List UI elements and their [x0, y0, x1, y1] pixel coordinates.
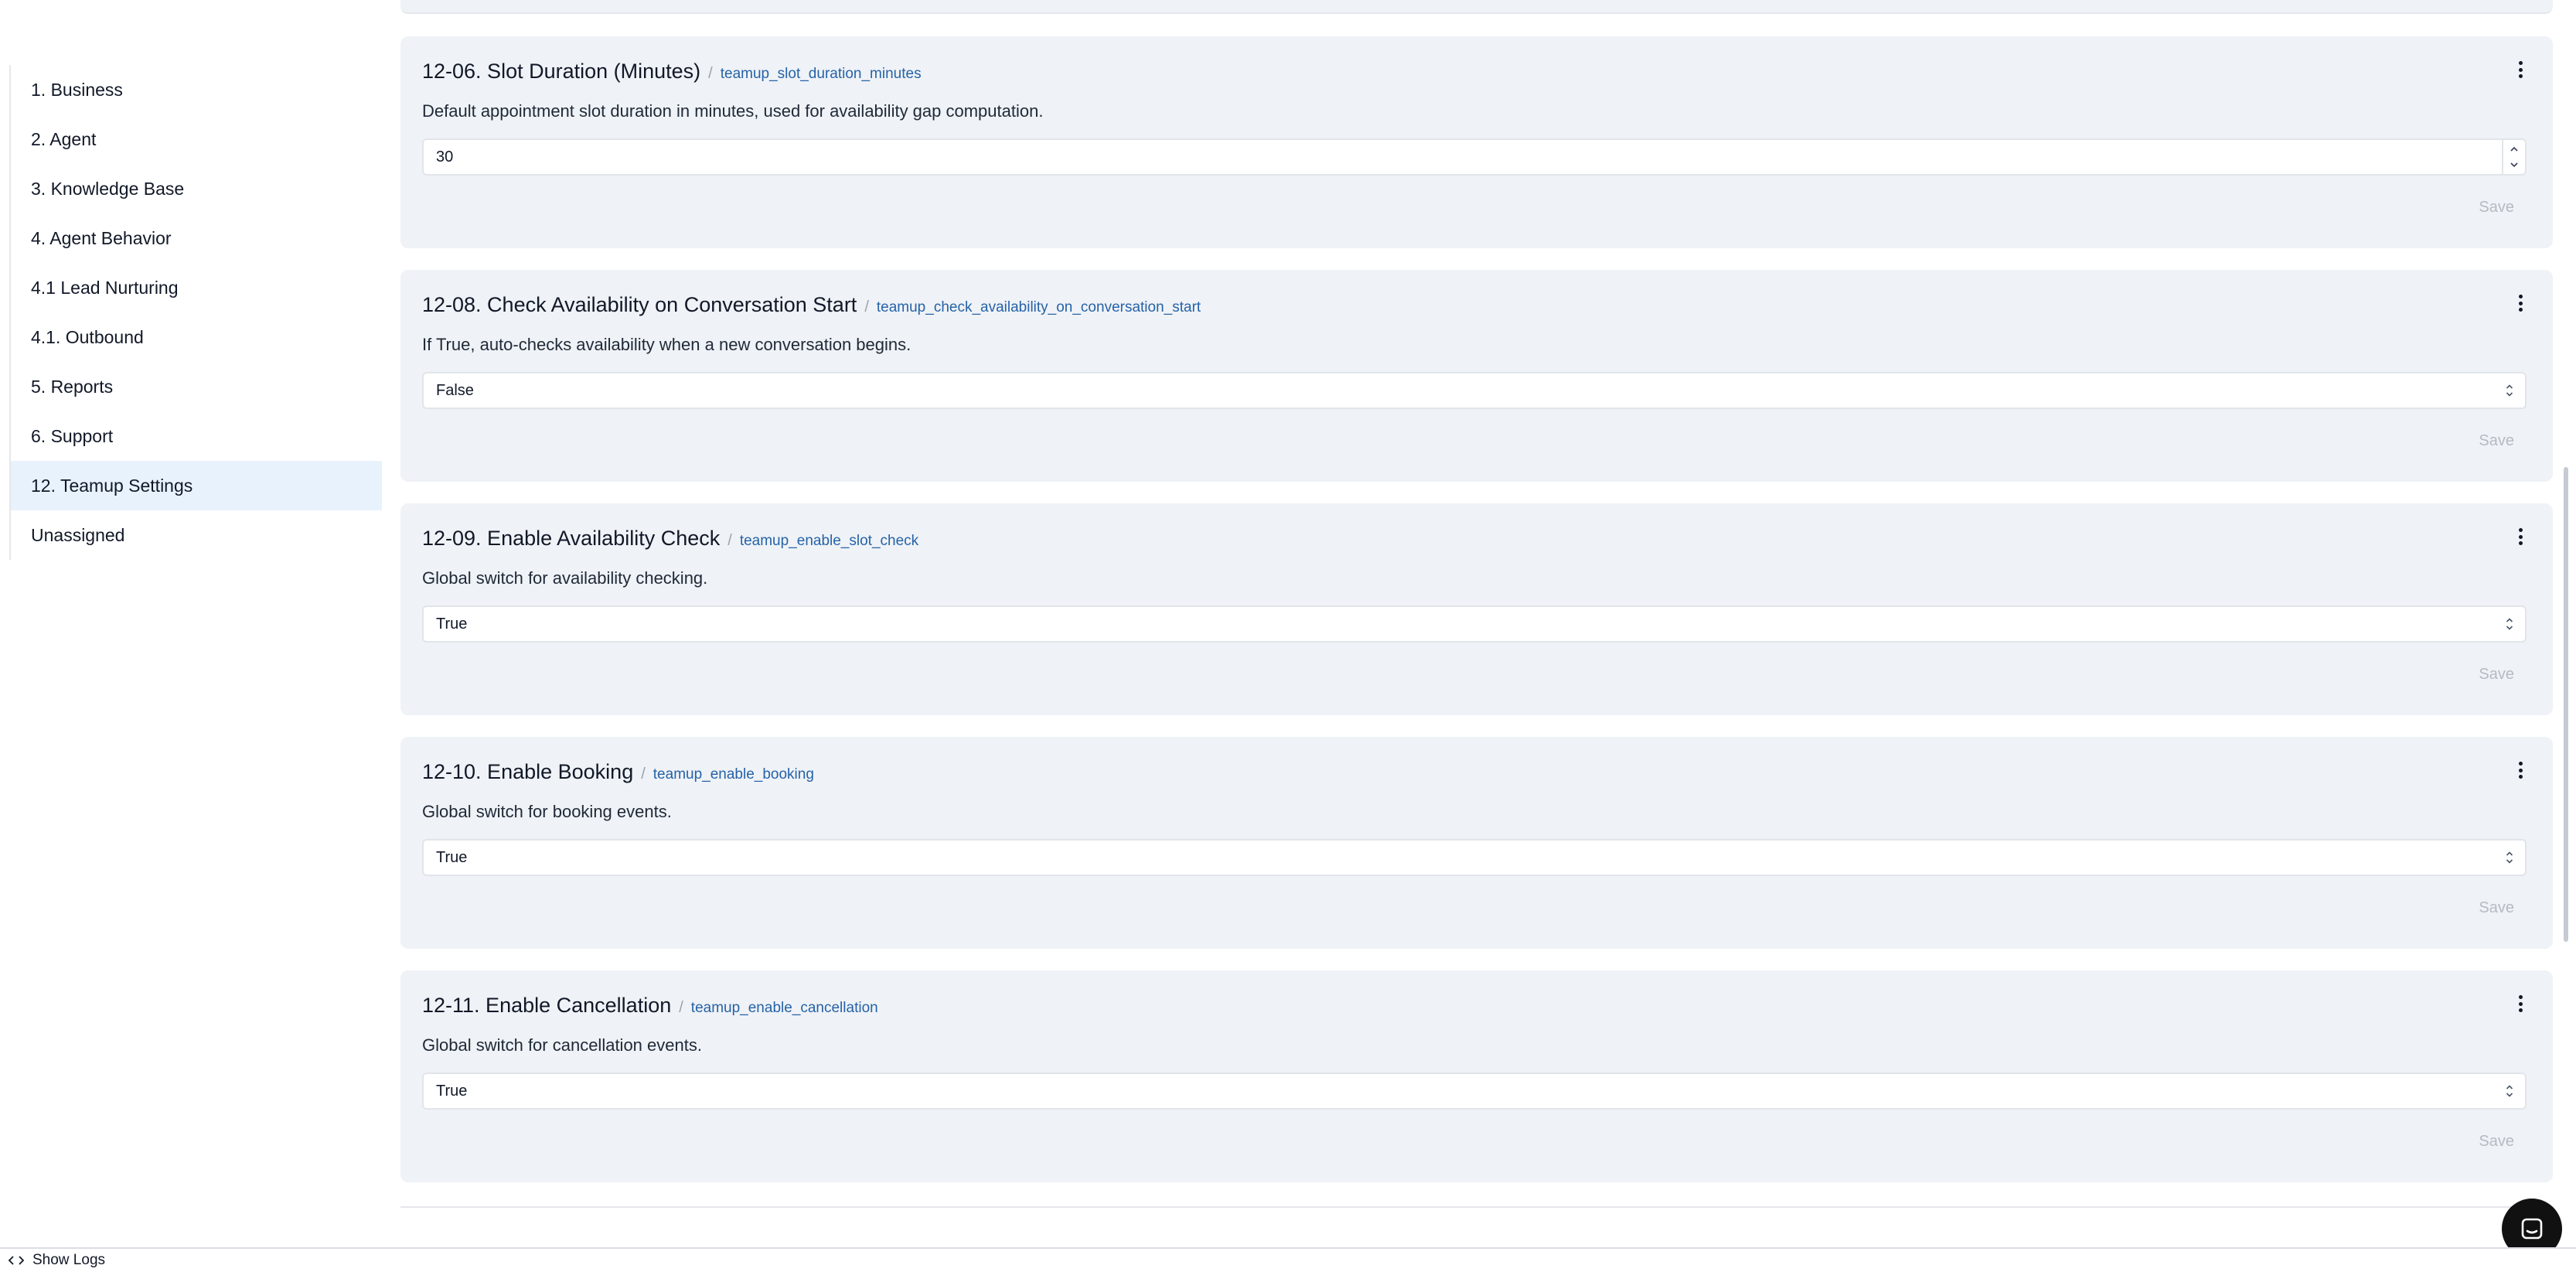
card-header: 12-06. Slot Duration (Minutes) / teamup_…	[422, 60, 2491, 87]
setting-title: 12-06. Slot Duration (Minutes)	[422, 60, 701, 83]
card-header: 12-08. Check Availability on Conversatio…	[422, 293, 2491, 321]
more-vertical-icon[interactable]	[2513, 992, 2528, 1015]
title-separator: /	[864, 298, 869, 315]
card-header: 12-09. Enable Availability Check / teamu…	[422, 527, 2491, 554]
save-button[interactable]: Save	[2479, 666, 2514, 684]
title-separator: /	[679, 999, 683, 1016]
setting-description: If True, auto-checks availability when a…	[422, 335, 911, 354]
setting-title: 12-11. Enable Cancellation	[422, 994, 672, 1017]
setting-title: 12-09. Enable Availability Check	[422, 527, 721, 550]
chevron-up-down-icon	[2506, 384, 2513, 397]
sidebar-item-unassigned[interactable]: Unassigned	[11, 510, 382, 560]
card-header: 12-11. Enable Cancellation / teamup_enab…	[422, 994, 2491, 1021]
sidebar-item-outbound[interactable]: 4.1. Outbound	[11, 312, 382, 362]
sidebar-item-teamup-settings[interactable]: 12. Teamup Settings	[11, 461, 382, 510]
slot-duration-number-input[interactable]: 30	[422, 138, 2527, 176]
chevron-up-down-icon	[2506, 1085, 2513, 1097]
bottom-status-bar: Show Logs	[0, 1247, 2576, 1272]
title-separator: /	[727, 532, 732, 549]
save-button[interactable]: Save	[2479, 199, 2514, 217]
setting-card-check-availability-on-start: 12-08. Check Availability on Conversatio…	[400, 270, 2553, 482]
show-logs-label: Show Logs	[32, 1252, 106, 1268]
code-icon	[8, 1256, 25, 1265]
selected-value: True	[436, 1083, 468, 1100]
save-button[interactable]: Save	[2479, 1133, 2514, 1151]
setting-description: Default appointment slot duration in min…	[422, 101, 1044, 121]
setting-card-enable-availability-check: 12-09. Enable Availability Check / teamu…	[400, 503, 2553, 715]
settings-main: 12-06. Slot Duration (Minutes) / teamup_…	[400, 0, 2553, 1249]
setting-key: teamup_enable_cancellation	[690, 1000, 878, 1016]
chevron-up-down-icon	[2506, 851, 2513, 864]
setting-description: Global switch for availability checking.	[422, 568, 708, 588]
selected-value: True	[436, 849, 468, 866]
more-vertical-icon[interactable]	[2513, 292, 2528, 315]
stepper-up-icon[interactable]	[2510, 145, 2519, 154]
previous-card-edge	[400, 0, 2553, 14]
sidebar-item-reports[interactable]: 5. Reports	[11, 362, 382, 411]
setting-title: 12-08. Check Availability on Conversatio…	[422, 293, 857, 316]
more-vertical-icon[interactable]	[2513, 58, 2528, 81]
chevron-up-down-icon	[2506, 618, 2513, 630]
sidebar-nav: 1. Business 2. Agent 3. Knowledge Base 4…	[9, 65, 382, 560]
enable-cancellation-select[interactable]: True	[422, 1073, 2527, 1110]
setting-card-enable-cancellation: 12-11. Enable Cancellation / teamup_enab…	[400, 970, 2553, 1182]
more-vertical-icon[interactable]	[2513, 525, 2528, 548]
setting-key: teamup_enable_slot_check	[739, 533, 919, 549]
sidebar-item-lead-nurturing[interactable]: 4.1 Lead Nurturing	[11, 263, 382, 312]
chat-icon	[2521, 1218, 2543, 1240]
setting-title: 12-10. Enable Booking	[422, 760, 634, 783]
stepper-down-icon[interactable]	[2510, 160, 2519, 169]
sidebar-item-knowledge-base[interactable]: 3. Knowledge Base	[11, 164, 382, 213]
sidebar-item-agent[interactable]: 2. Agent	[11, 114, 382, 164]
sidebar-item-agent-behavior[interactable]: 4. Agent Behavior	[11, 213, 382, 263]
card-header: 12-10. Enable Booking / teamup_enable_bo…	[422, 760, 2491, 788]
save-button[interactable]: Save	[2479, 899, 2514, 917]
enable-availability-check-select[interactable]: True	[422, 605, 2527, 643]
setting-card-slot-duration: 12-06. Slot Duration (Minutes) / teamup_…	[400, 36, 2553, 248]
setting-card-enable-booking: 12-10. Enable Booking / teamup_enable_bo…	[400, 737, 2553, 949]
scrollbar-thumb[interactable]	[2564, 467, 2568, 942]
number-stepper[interactable]	[2502, 140, 2525, 174]
save-button[interactable]: Save	[2479, 432, 2514, 450]
more-vertical-icon[interactable]	[2513, 759, 2528, 782]
setting-description: Global switch for cancellation events.	[422, 1035, 702, 1055]
setting-description: Global switch for booking events.	[422, 802, 672, 821]
show-logs-toggle[interactable]: Show Logs	[8, 1252, 105, 1269]
sidebar-item-support[interactable]: 6. Support	[11, 411, 382, 461]
title-separator: /	[708, 65, 713, 82]
title-separator: /	[641, 766, 646, 783]
content-end-divider	[400, 1206, 2553, 1208]
enable-booking-select[interactable]: True	[422, 839, 2527, 876]
setting-key: teamup_check_availability_on_conversatio…	[876, 299, 1201, 315]
selected-value: True	[436, 616, 468, 633]
setting-key: teamup_slot_duration_minutes	[720, 66, 922, 82]
setting-key: teamup_enable_booking	[653, 766, 814, 783]
field-value: 30	[436, 148, 454, 165]
sidebar-item-business[interactable]: 1. Business	[11, 65, 382, 114]
check-availability-select[interactable]: False	[422, 372, 2527, 409]
selected-value: False	[436, 382, 474, 399]
